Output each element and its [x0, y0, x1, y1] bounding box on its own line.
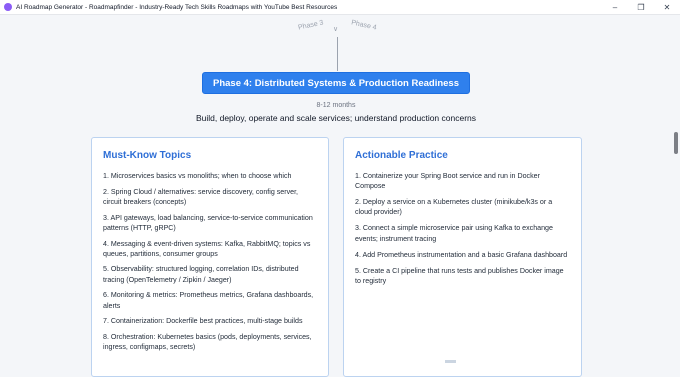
phase-summary: Build, deploy, operate and scale service… — [195, 113, 477, 123]
list-item: 1. Containerize your Spring Boot service… — [355, 172, 540, 191]
list-item: 4. Add Prometheus instrumentation and a … — [355, 250, 568, 259]
must-know-list: 1. Microservices basics vs monoliths; wh… — [103, 171, 318, 352]
previous-phase-label[interactable]: Phase 3 — [298, 19, 325, 31]
scrollbar-thumb[interactable] — [674, 132, 678, 154]
app-icon — [4, 3, 12, 11]
practice-heading: Actionable Practice — [355, 150, 448, 161]
phase-connector-line — [337, 37, 338, 71]
must-know-heading: Must-Know Topics — [103, 150, 192, 161]
list-item: 6. Monitoring & metrics: Prometheus metr… — [103, 291, 314, 310]
phase-navigation: Phase 3 ∨ Phase 4 — [298, 19, 388, 36]
list-item: 4. Messaging & event-driven systems: Kaf… — [103, 239, 311, 258]
window-controls: – ❐ ✕ — [602, 0, 680, 14]
phase-duration: 8-12 months — [316, 102, 356, 109]
list-item: 2. Spring Cloud / alternatives: service … — [103, 187, 299, 206]
phase-title-button[interactable]: Phase 4: Distributed Systems & Productio… — [202, 72, 470, 94]
list-item: 7. Containerization: Dockerfile best pra… — [103, 317, 303, 326]
list-item: 5. Observability: structured logging, co… — [103, 265, 299, 284]
must-know-topics-card: Must-Know Topics 1. Microservices basics… — [91, 137, 329, 377]
list-item: 2. Deploy a service on a Kubernetes clus… — [355, 198, 553, 217]
window-title: AI Roadmap Generator - Roadmapfinder - I… — [16, 3, 338, 11]
actionable-practice-card: Actionable Practice 1. Containerize your… — [343, 137, 582, 377]
minimize-icon[interactable]: – — [602, 0, 628, 14]
chevron-down-icon: ∨ — [333, 26, 339, 33]
next-phase-label[interactable]: Phase 4 — [351, 19, 378, 31]
list-item: 8. Orchestration: Kubernetes basics (pod… — [103, 332, 312, 352]
list-item: 3. Connect a simple microservice pair us… — [355, 224, 553, 243]
practice-list: 1. Containerize your Spring Boot service… — [355, 171, 571, 286]
list-item: 3. API gateways, load balancing, service… — [103, 213, 313, 232]
list-item: 5. Create a CI pipeline that runs tests … — [355, 266, 564, 285]
roadmap-content: Phase 3 ∨ Phase 4 Phase 4: Distributed S… — [0, 15, 672, 377]
vertical-scrollbar[interactable] — [672, 15, 680, 363]
window-title-bar: AI Roadmap Generator - Roadmapfinder - I… — [0, 0, 680, 15]
maximize-icon[interactable]: ❐ — [628, 0, 654, 14]
list-item: 1. Microservices basics vs monoliths; wh… — [103, 172, 292, 180]
close-icon[interactable]: ✕ — [654, 0, 680, 14]
